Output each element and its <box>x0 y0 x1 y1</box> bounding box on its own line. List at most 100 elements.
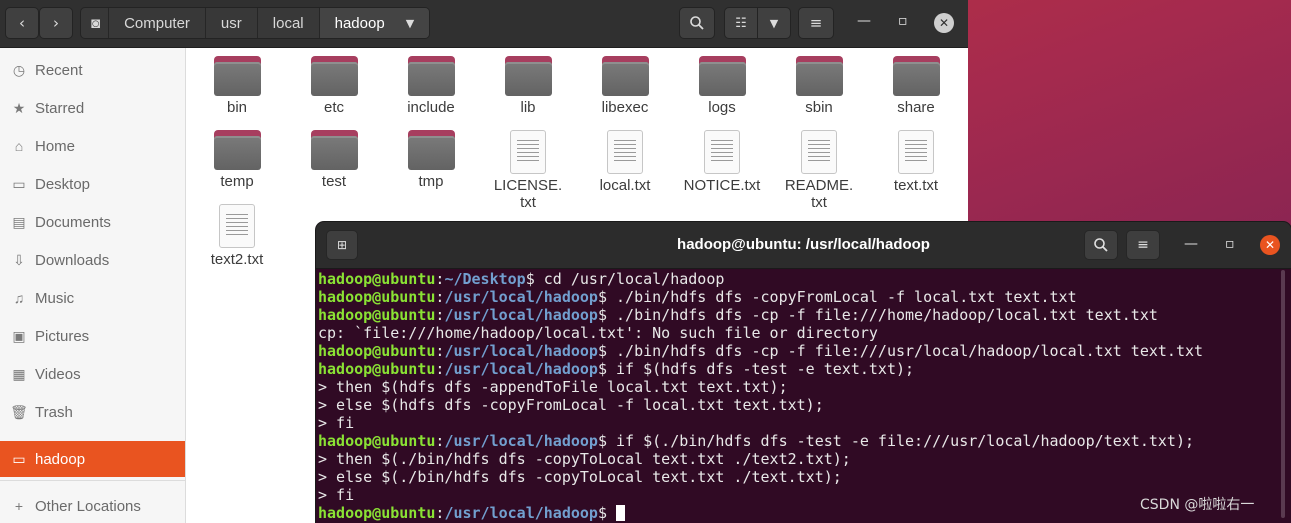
file-item[interactable]: LICENSE. txt <box>483 130 573 211</box>
menu-button[interactable]: ≡ <box>798 7 834 39</box>
file-name: tmp <box>418 173 444 190</box>
terminal-line: hadoop@ubuntu:/usr/local/hadoop$ ./bin/h… <box>318 306 1278 324</box>
back-button[interactable]: ‹ <box>5 7 39 39</box>
terminal-line: hadoop@ubuntu:~/Desktop$ cd /usr/local/h… <box>318 270 1278 288</box>
file-item[interactable]: NOTICE.txt <box>677 130 767 194</box>
file-item[interactable]: local.txt <box>580 130 670 194</box>
prompt-path: /usr/local/hadoop <box>444 360 598 378</box>
terminal-output[interactable]: hadoop@ubuntu:~/Desktop$ cd /usr/local/h… <box>318 270 1278 522</box>
file-name: etc <box>323 99 344 116</box>
folder-item[interactable]: etc <box>289 56 379 116</box>
folder-item[interactable]: test <box>289 130 379 190</box>
folder-item[interactable]: lib <box>483 56 573 116</box>
folder-icon <box>407 130 455 170</box>
terminal-line: > then $(hdfs dfs -appendToFile local.tx… <box>318 378 1278 396</box>
file-name: text.txt <box>893 177 939 194</box>
folder-icon: ▭ <box>12 450 26 467</box>
file-name: libexec <box>601 99 649 116</box>
command-text: if $(./bin/hdfs dfs -test -e file:///usr… <box>607 432 1194 450</box>
sidebar-item-trash[interactable]: 🗑 Trash <box>0 394 185 430</box>
sidebar: ◷ Recent ★ Starred ⌂ Home ▭ Desktop ▤ Documents ⇩ D… <box>0 48 186 523</box>
terminal-maximize-button[interactable]: ▫ <box>1225 236 1235 252</box>
search-icon <box>1094 238 1108 252</box>
folder-item[interactable]: sbin <box>774 56 864 116</box>
file-name: local.txt <box>599 177 651 194</box>
close-button[interactable]: ✕ <box>934 13 954 33</box>
file-item[interactable]: text2.txt <box>192 204 282 268</box>
terminal-menu-button[interactable]: ≡ <box>1126 230 1160 260</box>
sidebar-item-pictures[interactable]: ▣ Pictures <box>0 318 185 354</box>
prompt-symbol: $ <box>525 270 535 288</box>
folder-icon <box>504 56 552 96</box>
folder-icon <box>310 56 358 96</box>
terminal-headerbar: ⊞ hadoop@ubuntu: /usr/local/hadoop ≡ — ▫… <box>316 222 1291 269</box>
file-name: logs <box>708 99 736 116</box>
folder-item[interactable]: tmp <box>386 130 476 190</box>
clock-icon: ◷ <box>12 61 26 78</box>
breadcrumb-usr[interactable]: usr <box>206 8 258 38</box>
sidebar-item-downloads[interactable]: ⇩ Downloads <box>0 242 185 278</box>
sidebar-item-label: Documents <box>35 213 111 231</box>
sidebar-item-desktop[interactable]: ▭ Desktop <box>0 166 185 202</box>
terminal-line: hadoop@ubuntu:/usr/local/hadoop$ ./bin/h… <box>318 342 1278 360</box>
sidebar-item-label: Other Locations <box>35 497 141 515</box>
terminal-scrollbar[interactable] <box>1281 270 1285 518</box>
maximize-button[interactable]: ▫ <box>898 13 908 29</box>
trash-icon: 🗑 <box>10 403 28 420</box>
terminal-line: hadoop@ubuntu:/usr/local/hadoop$ if $(./… <box>318 432 1278 450</box>
folder-item[interactable]: temp <box>192 130 282 190</box>
sidebar-item-recent[interactable]: ◷ Recent <box>0 52 185 88</box>
prompt-symbol: $ <box>597 504 607 522</box>
prompt-user: hadoop@ubuntu <box>318 288 436 306</box>
star-icon: ★ <box>12 99 26 116</box>
file-item[interactable]: README. txt <box>774 130 864 211</box>
terminal-close-button[interactable]: ✕ <box>1260 235 1280 255</box>
prompt-user: hadoop@ubuntu <box>318 270 436 288</box>
terminal-search-button[interactable] <box>1084 230 1118 260</box>
chevron-left-icon: ‹ <box>19 14 25 32</box>
forward-button[interactable]: › <box>39 7 73 39</box>
view-options-button[interactable]: ▼ <box>757 7 791 39</box>
folder-icon <box>601 56 649 96</box>
view-list-button[interactable]: ☷ <box>724 7 758 39</box>
prompt-symbol: $ <box>597 432 607 450</box>
file-name: text2.txt <box>210 251 264 268</box>
folder-item[interactable]: libexec <box>580 56 670 116</box>
prompt-path: /usr/local/hadoop <box>444 288 598 306</box>
minimize-button[interactable]: — <box>857 13 871 29</box>
breadcrumb-local[interactable]: local <box>258 8 320 38</box>
folder-icon <box>213 130 261 170</box>
output-text: > else $(./bin/hdfs dfs -copyToLocal tex… <box>318 468 842 486</box>
folder-item[interactable]: share <box>871 56 961 116</box>
folder-item[interactable]: include <box>386 56 476 116</box>
sidebar-item-other-locations[interactable]: + Other Locations <box>0 488 185 523</box>
terminal-minimize-button[interactable]: — <box>1184 236 1198 252</box>
sidebar-item-home[interactable]: ⌂ Home <box>0 128 185 164</box>
terminal-line: hadoop@ubuntu:/usr/local/hadoop$ if $(hd… <box>318 360 1278 378</box>
path-dropdown-button[interactable]: ▼ <box>395 12 425 34</box>
sidebar-item-videos[interactable]: ▦ Videos <box>0 356 185 392</box>
sidebar-item-label: Trash <box>35 403 73 421</box>
sidebar-item-music[interactable]: ♫ Music <box>0 280 185 316</box>
text-file-icon <box>704 130 740 174</box>
sidebar-item-label: Music <box>35 289 75 307</box>
file-name: temp <box>220 173 254 190</box>
drive-icon[interactable]: ◙ <box>81 8 110 38</box>
sidebar-item-documents[interactable]: ▤ Documents <box>0 204 185 240</box>
sidebar-item-hadoop[interactable]: ▭ hadoop <box>0 441 185 477</box>
terminal-line: hadoop@ubuntu:/usr/local/hadoop$ ./bin/h… <box>318 288 1278 306</box>
search-button[interactable] <box>679 7 715 39</box>
output-text: > then $(./bin/hdfs dfs -copyToLocal tex… <box>318 450 851 468</box>
terminal-line: > fi <box>318 414 1278 432</box>
folder-item[interactable]: logs <box>677 56 767 116</box>
file-name: test <box>321 173 347 190</box>
sidebar-item-starred[interactable]: ★ Starred <box>0 90 185 126</box>
sidebar-item-label: Videos <box>35 365 81 383</box>
command-text: cd /usr/local/hadoop <box>534 270 725 288</box>
sidebar-item-label: Desktop <box>35 175 91 193</box>
folder-icon <box>698 56 746 96</box>
breadcrumb-computer[interactable]: Computer <box>109 8 206 38</box>
file-item[interactable]: text.txt <box>871 130 961 194</box>
folder-item[interactable]: bin <box>192 56 282 116</box>
command-text: ./bin/hdfs dfs -cp -f file:///home/hadoo… <box>607 306 1158 324</box>
